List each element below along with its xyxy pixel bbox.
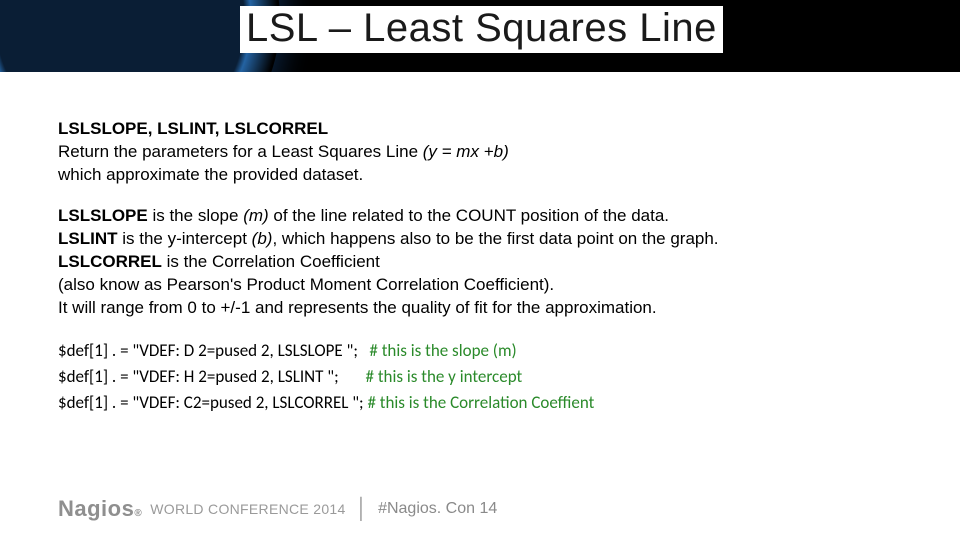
code-l2: $def[1] . = "VDEF: H 2=pused 2, LSLINT "…	[58, 366, 342, 387]
footer: Nagios® WORLD CONFERENCE 2014 │ #Nagios.…	[58, 496, 497, 522]
header-bar: LSL – Least Squares Line	[0, 0, 960, 72]
slide-body: LSLSLOPE, LSLINT, LSLCORREL Return the p…	[58, 118, 920, 435]
header-arc-decoration	[0, 0, 280, 72]
nagios-logo-text: Nagios	[58, 496, 134, 522]
intro-line1a: Return the parameters for a Least Square…	[58, 142, 423, 161]
code-l1: $def[1] . = "VDEF: D 2=pused 2, LSLSLOPE…	[58, 340, 362, 361]
code-l3: $def[1] . = "VDEF: C2=pused 2, LSLCORREL…	[58, 392, 367, 413]
nagios-logo: Nagios®	[58, 496, 142, 522]
def-int-t2: , which happens also to be the first dat…	[272, 229, 718, 248]
def-int-term: LSLINT	[58, 229, 118, 248]
def-slope-em: (m)	[243, 206, 268, 225]
def-slope: LSLSLOPE is the slope (m) of the line re…	[58, 205, 920, 228]
slide-root: LSL – Least Squares Line LSLSLOPE, LSLIN…	[0, 0, 960, 540]
def-int-t1: is the y-intercept	[118, 229, 252, 248]
code-c2: # this is the y intercept	[342, 366, 522, 387]
slide-title-wrap: LSL – Least Squares Line	[240, 6, 723, 53]
section-defs: LSLSLOPE is the slope (m) of the line re…	[58, 205, 920, 320]
intro-line2: which approximate the provided dataset.	[58, 164, 920, 187]
intro-heading: LSLSLOPE, LSLINT, LSLCORREL	[58, 118, 920, 141]
def-correl: LSLCORREL is the Correlation Coefficient	[58, 251, 920, 274]
slide-title: LSL – Least Squares Line	[246, 6, 717, 50]
def-slope-term: LSLSLOPE	[58, 206, 148, 225]
code-c3: # this is the Correlation Coeffient	[367, 392, 594, 413]
code-block: $def[1] . = "VDEF: D 2=pused 2, LSLSLOPE…	[58, 338, 920, 417]
code-line-1: $def[1] . = "VDEF: D 2=pused 2, LSLSLOPE…	[58, 338, 920, 364]
def-slope-t2: of the line related to the COUNT positio…	[269, 206, 669, 225]
code-line-3: $def[1] . = "VDEF: C2=pused 2, LSLCORREL…	[58, 390, 920, 416]
def-correl-extra: (also know as Pearson's Product Moment C…	[58, 274, 920, 297]
section-intro: LSLSLOPE, LSLINT, LSLCORREL Return the p…	[58, 118, 920, 187]
hashtag-text: #Nagios. Con 14	[378, 500, 497, 518]
def-int-em: (b)	[252, 229, 273, 248]
def-range: It will range from 0 to +/-1 and represe…	[58, 297, 920, 320]
code-line-2: $def[1] . = "VDEF: H 2=pused 2, LSLINT "…	[58, 364, 920, 390]
def-correl-t1: is the Correlation Coefficient	[162, 252, 380, 271]
intro-line1: Return the parameters for a Least Square…	[58, 141, 920, 164]
intro-line1b: (y = mx +b)	[423, 142, 509, 161]
def-int: LSLINT is the y-intercept (b), which hap…	[58, 228, 920, 251]
def-correl-term: LSLCORREL	[58, 252, 162, 271]
separator-icon: │	[356, 498, 369, 521]
conference-text: WORLD CONFERENCE 2014	[150, 501, 345, 517]
code-c1: # this is the slope (m)	[362, 340, 517, 361]
registered-icon: ®	[134, 508, 142, 519]
def-slope-t1: is the slope	[148, 206, 243, 225]
